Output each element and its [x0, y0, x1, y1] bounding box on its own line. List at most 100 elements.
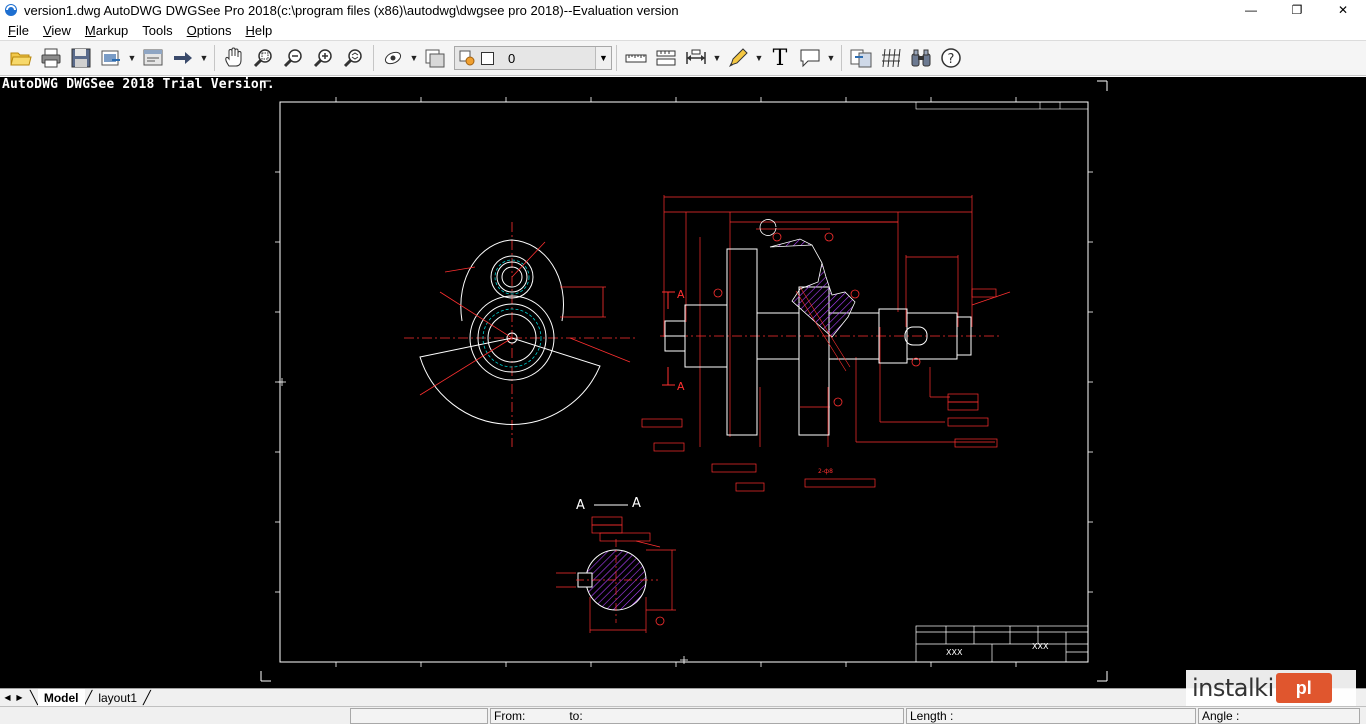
- floppy-disk-icon: [71, 48, 91, 68]
- tab-next-button[interactable]: ▶: [15, 691, 24, 705]
- view-3d-button[interactable]: [378, 44, 408, 72]
- status-angle: Angle :: [1198, 708, 1360, 724]
- tab-divider: ╲: [30, 689, 38, 705]
- help-icon: ?: [941, 48, 961, 68]
- app-logo-icon: [5, 4, 17, 16]
- background-button[interactable]: [420, 44, 450, 72]
- close-button[interactable]: ✕: [1320, 0, 1366, 20]
- compare-icon: [850, 49, 872, 68]
- layer-settings-icon: [459, 50, 475, 66]
- cad-drawing: A A 2-ф8 A A XXX XXX: [260, 80, 1108, 682]
- svg-text:A: A: [677, 380, 685, 393]
- watermark-logo: pl: [1275, 673, 1332, 703]
- hatch-lines-icon: [882, 48, 901, 68]
- eye-3d-icon: [384, 51, 402, 65]
- toolbar-separator: [214, 45, 215, 71]
- text-markup-button[interactable]: T: [765, 44, 795, 72]
- tab-divider: ╱: [143, 689, 151, 705]
- menu-file[interactable]: File: [0, 23, 35, 38]
- find-button[interactable]: [906, 44, 936, 72]
- status-to-label: to:: [569, 709, 583, 723]
- measure-area-button[interactable]: [651, 44, 681, 72]
- status-bar: From: to: Length : Angle :: [0, 706, 1366, 724]
- view-3d-dropdown-arrow[interactable]: ▼: [408, 44, 420, 72]
- zoom-extents-button[interactable]: [339, 44, 369, 72]
- pen-dropdown-arrow[interactable]: ▼: [753, 44, 765, 72]
- zoom-out-button[interactable]: [279, 44, 309, 72]
- status-from-to: From: to:: [490, 708, 904, 724]
- callout-dropdown-arrow[interactable]: ▼: [825, 44, 837, 72]
- restore-button[interactable]: ❐: [1274, 0, 1320, 20]
- menu-help[interactable]: Help: [237, 23, 278, 38]
- measure-area-icon: [656, 50, 676, 66]
- window-properties-icon: [143, 49, 163, 66]
- end-view: [404, 222, 636, 447]
- print-button[interactable]: [36, 44, 66, 72]
- ruler-icon: [625, 54, 647, 63]
- toolbar-separator: [373, 45, 374, 71]
- svg-text:XXX: XXX: [946, 648, 963, 657]
- window-controls: — ❐ ✕: [1228, 0, 1366, 20]
- layer-color-swatch: [481, 51, 494, 65]
- menu-view[interactable]: View: [35, 23, 77, 38]
- zoom-in-button[interactable]: [309, 44, 339, 72]
- tab-model[interactable]: Model: [37, 689, 85, 706]
- properties-button[interactable]: [138, 44, 168, 72]
- menu-tools[interactable]: Tools: [134, 23, 178, 38]
- tab-layout1[interactable]: layout1: [92, 689, 143, 706]
- hatched-section: [769, 238, 856, 338]
- status-cell-blank: [350, 708, 488, 724]
- open-button[interactable]: [6, 44, 36, 72]
- svg-text:XXX: XXX: [1032, 642, 1049, 651]
- section-a-a-view: A A: [556, 496, 676, 633]
- hatch-button[interactable]: [876, 44, 906, 72]
- watermark-text: instalki: [1192, 674, 1274, 702]
- pen-markup-button[interactable]: [723, 44, 753, 72]
- chevron-down-icon[interactable]: ▼: [595, 47, 611, 69]
- window-title: version1.dwg AutoDWG DWGSee Pro 2018(c:\…: [24, 2, 679, 18]
- dimension-button[interactable]: [681, 44, 711, 72]
- folder-open-icon: [10, 52, 32, 66]
- dimension-icon: [686, 49, 706, 64]
- svg-text:2-ф8: 2-ф8: [818, 468, 833, 475]
- save-button[interactable]: [66, 44, 96, 72]
- title-block: [915, 625, 1089, 663]
- status-from-label: From:: [494, 709, 526, 723]
- main-toolbar: ▼ ▼ ▼ 0 ▼ ▼ ▼ T ▼ ?: [0, 40, 1366, 76]
- layers-square-icon: [425, 49, 445, 68]
- zoom-window-icon: [253, 49, 272, 68]
- convert-button[interactable]: [168, 44, 198, 72]
- toolbar-separator: [616, 45, 617, 71]
- svg-text:A: A: [677, 288, 685, 301]
- menu-markup[interactable]: Markup: [77, 23, 134, 38]
- trial-watermark-text: AutoDWG DWGSee 2018 Trial Version.: [2, 77, 275, 92]
- compare-button[interactable]: [846, 44, 876, 72]
- dimension-dropdown-arrow[interactable]: ▼: [711, 44, 723, 72]
- zoom-extents-icon: [343, 49, 362, 68]
- export-image-icon: [101, 50, 120, 66]
- export-dropdown-arrow[interactable]: ▼: [126, 44, 138, 72]
- toolbar-separator: [841, 45, 842, 71]
- drawing-canvas[interactable]: A A 2-ф8 A A XXX XXX AutoDWG DWGSee 2018…: [0, 77, 1366, 688]
- convert-dropdown-arrow[interactable]: ▼: [198, 44, 210, 72]
- svg-text:A: A: [632, 496, 641, 511]
- text-tool-icon: T: [772, 45, 788, 71]
- zoom-window-button[interactable]: [249, 44, 279, 72]
- export-button[interactable]: [96, 44, 126, 72]
- menu-options[interactable]: Options: [179, 23, 238, 38]
- arrow-right-icon: [174, 52, 192, 64]
- speech-bubble-icon: [800, 49, 820, 68]
- pan-button[interactable]: [219, 44, 249, 72]
- ucs-marker: [278, 378, 688, 664]
- pen-icon: [729, 48, 748, 67]
- revision-block: [915, 101, 1089, 110]
- callout-button[interactable]: [795, 44, 825, 72]
- minimize-button[interactable]: —: [1228, 0, 1274, 20]
- help-button[interactable]: ?: [936, 44, 966, 72]
- menu-bar: File View Markup Tools Options Help: [0, 20, 1366, 40]
- zoom-in-icon: [313, 49, 332, 68]
- tab-prev-button[interactable]: ◀: [3, 691, 12, 705]
- front-view: A A 2-ф8: [641, 195, 1011, 492]
- layer-select[interactable]: 0 ▼: [454, 46, 612, 70]
- measure-distance-button[interactable]: [621, 44, 651, 72]
